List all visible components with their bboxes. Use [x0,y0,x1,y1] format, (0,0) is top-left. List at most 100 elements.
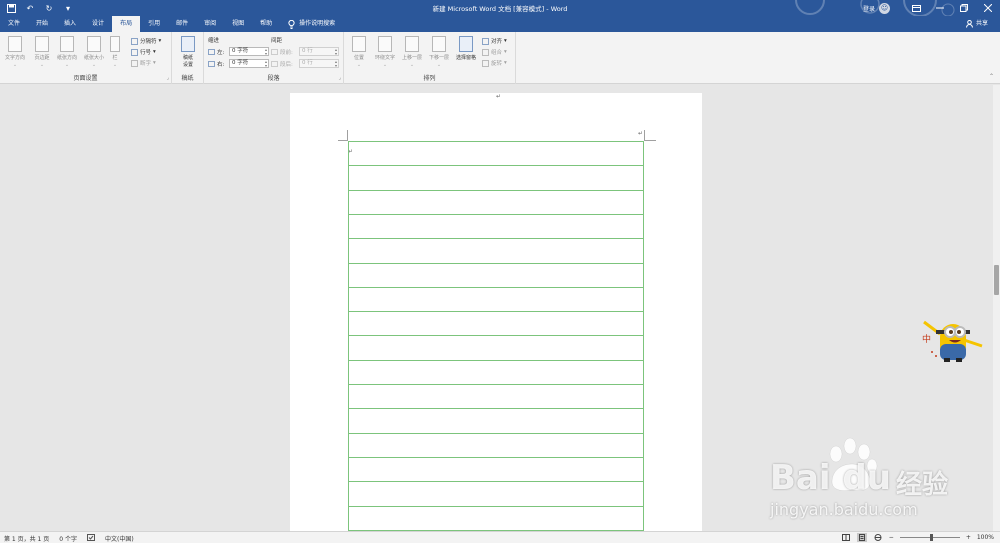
read-mode-icon[interactable] [841,533,851,542]
tab-design[interactable]: 设计 [84,16,112,32]
rotate-icon [482,59,489,67]
page-count-status[interactable]: 第 1 页，共 1 页 [4,534,49,543]
spacing-before-input[interactable]: 0 行 ▴ ▾ [299,47,339,56]
bring-forward-label: 上移一层 [401,55,422,61]
columns-label: 栏 [112,55,118,61]
line-numbers-button[interactable]: 行号 ▾ [131,48,156,56]
indent-left-input[interactable]: 0 字符 ▴ ▾ [229,47,269,56]
manuscript-settings-label: 稿纸 设置 [182,55,193,68]
text-direction-icon [8,36,22,52]
manuscript-settings-button[interactable]: 稿纸 设置 [177,36,199,68]
proofing-icon[interactable] [87,534,95,543]
collapse-ribbon-icon[interactable]: ⌃ [989,73,994,80]
spacing-before-icon [271,49,278,55]
grid-line [349,384,643,385]
mascot-character: 中 [922,333,931,345]
close-button[interactable] [976,0,1000,16]
spacing-heading: 间距 [271,38,283,44]
send-backward-button[interactable]: 下移一层 ⌄ [426,36,452,68]
breaks-button[interactable]: 分隔符 ▾ [131,37,161,45]
zoom-in-button[interactable]: + [966,534,971,541]
share-button[interactable]: 共享 [965,16,988,32]
margins-button[interactable]: 页边距 ⌄ [31,36,53,68]
columns-icon [110,36,120,52]
zoom-slider[interactable] [899,534,960,541]
lightbulb-icon [288,19,295,29]
wrap-text-button[interactable]: 环绕文字 ⌄ [372,36,398,68]
paragraph-launcher-icon[interactable]: ⌟ [339,75,341,81]
hyphenation-button[interactable]: 断字 ▾ [131,59,156,67]
paragraph-mark-icon: ↵ [496,93,502,100]
sign-in-button[interactable]: 登录 ☺ [863,2,890,14]
zoom-level[interactable]: 100% [977,534,994,541]
position-button[interactable]: 位置 ⌄ [348,36,370,68]
spin-arrows-icon[interactable]: ▴ ▾ [265,48,267,56]
grid-line [349,359,643,361]
baidu-jingyan-watermark: Bai du 经验 jingyan.baidu.com [770,436,950,526]
status-bar: 第 1 页，共 1 页 0 个字 中文(中国) − + 100% [0,531,1000,543]
minimize-button[interactable] [928,0,952,16]
tab-home[interactable]: 开始 [28,16,56,32]
size-button[interactable]: 纸张大小 ⌄ [83,36,105,68]
grid-line [349,432,643,434]
ribbon-display-options-button[interactable] [904,0,928,16]
zoom-slider-thumb[interactable] [929,534,933,541]
rotate-button[interactable]: 旋转 ▾ [482,59,507,67]
tell-me-search[interactable]: 操作说明搜索 [280,16,343,32]
vertical-scrollbar[interactable] [993,85,1000,531]
tab-references[interactable]: 引用 [140,16,168,32]
group-button[interactable]: 组合 ▾ [482,48,507,56]
spin-arrows-icon[interactable]: ▴ ▾ [265,60,267,68]
paragraph-group-label: 段落 [267,75,280,82]
spacing-after-input[interactable]: 0 行 ▴ ▾ [299,59,339,68]
jingyan-url-text: jingyan.baidu.com [770,500,918,519]
tab-help[interactable]: 帮助 [252,16,280,32]
indent-left-icon [208,49,215,55]
orientation-label: 纸张方向 [56,55,77,61]
page-setup-group-label: 页面设置 [73,75,98,82]
word-count-status[interactable]: 0 个字 [59,534,77,543]
jingyan-brand-text: 经验 [896,470,949,500]
columns-button[interactable]: 栏 ⌄ [108,36,122,68]
grid-line [349,408,643,410]
zoom-out-button[interactable]: − [889,534,894,541]
tab-view[interactable]: 视图 [224,16,252,32]
document-page[interactable]: ↵ ↵ ↵ [290,93,702,531]
text-direction-button[interactable]: 文字方向 ⌄ [4,36,26,68]
tab-list: 文件 开始 插入 设计 布局 引用 邮件 审阅 视图 帮助 操作说明搜索 [0,16,343,32]
tab-review[interactable]: 审阅 [196,16,224,32]
spacing-before-label: 段前: [271,48,293,56]
person-icon [965,20,973,28]
selection-pane-button[interactable]: 选择窗格 [453,36,479,61]
margin-corner-mark [644,140,656,141]
line-numbers-label: 行号 [140,50,152,56]
print-layout-icon[interactable] [856,533,867,542]
bring-forward-icon [405,36,419,52]
grid-line [349,481,643,483]
language-status[interactable]: 中文(中国) [105,534,134,543]
spin-arrows-icon[interactable]: ▴ ▾ [335,48,337,56]
position-icon [352,36,366,52]
grid-line [349,311,643,313]
web-layout-icon[interactable] [873,533,883,542]
indent-right-icon [208,61,215,67]
scrollbar-thumb[interactable] [994,265,999,295]
restore-button[interactable] [952,0,976,16]
title-bar: ↶ ↻ ▾ 新建 Microsoft Word 文档 [兼容模式] - Word… [0,0,1000,16]
tab-mailings[interactable]: 邮件 [168,16,196,32]
indent-right-input[interactable]: 0 字符 ▴ ▾ [229,59,269,68]
tell-me-label: 操作说明搜索 [299,20,336,27]
position-label: 位置 [353,55,364,61]
grid-line [349,286,643,288]
spin-arrows-icon[interactable]: ▴ ▾ [335,60,337,68]
tab-layout[interactable]: 布局 [112,16,141,32]
send-backward-icon [432,36,446,52]
bring-forward-button[interactable]: 上移一层 ⌄ [399,36,425,68]
tab-insert[interactable]: 插入 [56,16,84,32]
align-button[interactable]: 对齐 ▾ [482,37,507,45]
orientation-button[interactable]: 纸张方向 ⌄ [56,36,78,68]
tab-file[interactable]: 文件 [0,16,28,32]
grid-line [349,262,643,264]
page-setup-launcher-icon[interactable]: ⌟ [167,75,169,81]
text-direction-label: 文字方向 [4,55,25,61]
